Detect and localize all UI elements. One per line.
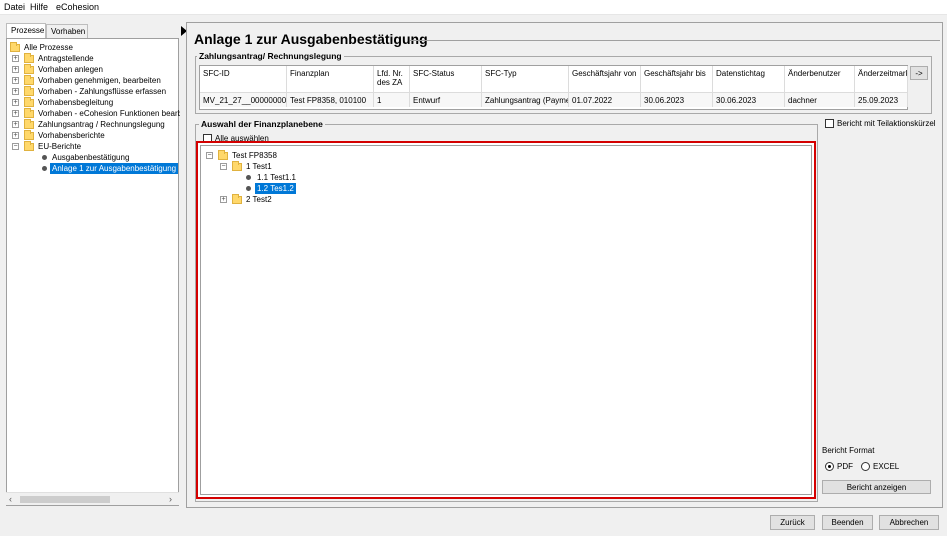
bullet-icon [246,186,251,191]
expand-icon[interactable]: + [12,66,19,73]
cell-sfc-status[interactable]: Entwurf [410,92,482,107]
scroll-right-icon[interactable]: › [169,494,172,504]
folder-icon [24,86,34,96]
expand-icon[interactable]: + [12,110,19,117]
more-columns-button[interactable]: -> [910,66,928,80]
col-header-sfc-status[interactable]: SFC-Status [410,66,482,92]
tree-item-anlage-1[interactable]: Anlage 1 zur Ausgabenbestätigung [10,163,180,174]
back-button[interactable]: Zurück [770,515,815,530]
col-header-datenstichtag[interactable]: Datenstichtag [713,66,785,92]
payment-group-label: Zahlungsantrag/ Rechnungslegung [197,51,344,61]
scroll-left-icon[interactable]: ‹ [9,494,12,504]
finish-button[interactable]: Beenden [822,515,873,530]
tree-item-ecohesion-funktionen[interactable]: + Vorhaben - eCohesion Funktionen bearbe… [10,108,180,119]
folder-icon [24,108,34,118]
expand-icon[interactable]: + [12,121,19,128]
folder-icon [24,64,34,74]
tree-item-vorhabensberichte[interactable]: + Vorhabensberichte [10,130,180,141]
col-header-lfd-nr[interactable]: Lfd. Nr. des ZA [374,66,410,92]
page-title: Anlage 1 zur Ausgabenbestätigung [194,31,428,47]
collapse-icon[interactable]: − [206,152,213,159]
folder-icon [24,75,34,85]
col-header-gj-bis[interactable]: Geschäftsjahr bis [641,66,713,92]
tree-item-eu-berichte[interactable]: − EU-Berichte [10,141,180,152]
cell-aenderzeitmark[interactable]: 25.09.2023 [855,92,908,107]
cell-lfd-nr[interactable]: 1 [374,92,410,107]
report-format-label: Bericht Format [822,446,875,455]
teilaktion-checkbox[interactable] [825,119,834,128]
folder-icon [24,119,34,129]
title-divider [410,40,940,41]
expand-icon[interactable]: + [12,55,19,62]
cell-finanzplan[interactable]: Test FP8358, 010100 [287,92,374,107]
format-excel-label: EXCEL [873,462,900,471]
left-horizontal-scrollbar[interactable]: ‹ › [6,492,179,505]
format-pdf-label: PDF [837,462,853,471]
finance-tree-highlight: − Test FP8358 − 1 Test1 1.1 Test1.1 1.2 … [196,141,816,499]
show-report-button[interactable]: Bericht anzeigen [822,480,931,494]
expand-icon[interactable]: + [12,77,19,84]
tree-item-vorhaben-genehmigen[interactable]: + Vorhaben genehmigen, bearbeiten [10,75,180,86]
menu-ecohesion[interactable]: eCohesion [56,2,99,12]
payment-table: SFC-ID Finanzplan Lfd. Nr. des ZA SFC-St… [199,65,908,110]
tree-item-antragstellende[interactable]: + Antragstellende [10,53,180,64]
cancel-button[interactable]: Abbrechen [879,515,939,530]
menu-datei[interactable]: Datei [4,2,25,12]
expand-icon[interactable]: + [12,88,19,95]
process-tree: Alle Prozesse + Antragstellende + Vorhab… [6,38,180,506]
expand-icon[interactable]: + [12,99,19,106]
tree-item-vorhabensbegleitung[interactable]: + Vorhabensbegleitung [10,97,180,108]
cell-sfc-typ[interactable]: Zahlungsantrag (Paymen [482,92,569,107]
folder-icon [24,97,34,107]
col-header-gj-von[interactable]: Geschäftsjahr von [569,66,641,92]
cell-sfc-id[interactable]: MV_21_27__0000000007 [200,92,287,107]
cell-aenderbenutzer[interactable]: dachner [785,92,855,107]
folder-icon [10,42,20,52]
format-pdf-radio[interactable] [825,462,834,471]
folder-icon [24,141,34,151]
folder-icon [24,130,34,140]
col-header-sfc-id[interactable]: SFC-ID [200,66,287,92]
teilaktion-label: Bericht mit Teilaktionskürzel [837,119,936,128]
cell-gj-bis[interactable]: 30.06.2023 [641,92,713,107]
finance-node-1-1[interactable]: 1.1 Test1.1 [232,172,352,183]
cell-gj-von[interactable]: 01.07.2022 [569,92,641,107]
scroll-thumb[interactable] [20,496,110,503]
cell-datenstichtag[interactable]: 30.06.2023 [713,92,785,107]
collapse-icon[interactable]: − [220,163,227,170]
tree-item-vorhaben-anlegen[interactable]: + Vorhaben anlegen [10,64,180,75]
folder-icon [232,194,242,204]
col-header-aenderbenutzer[interactable]: Änderbenutzer [785,66,855,92]
tab-prozesse[interactable]: Prozesse [6,23,46,38]
folder-icon [24,53,34,63]
bullet-icon [42,155,47,160]
expand-icon[interactable]: + [220,196,227,203]
folder-icon [232,161,242,171]
format-excel-radio[interactable] [861,462,870,471]
tree-item-ausgabenbestaetigung[interactable]: Ausgabenbestätigung [10,152,180,163]
finance-node-1-2[interactable]: 1.2 Tes1.2 [232,183,352,194]
tree-item-zahlungsantrag[interactable]: + Zahlungsantrag / Rechnungslegung [10,119,180,130]
tree-item-zahlungsfluesse[interactable]: + Vorhaben - Zahlungsflüsse erfassen [10,86,180,97]
menu-bar: Datei Hilfe eCohesion [0,0,947,15]
bullet-icon [246,175,251,180]
collapse-icon[interactable]: − [12,143,19,150]
finance-tree: − Test FP8358 − 1 Test1 1.1 Test1.1 1.2 … [200,145,812,495]
expand-icon[interactable]: + [12,132,19,139]
folder-icon [218,150,228,160]
col-header-aenderzeitmark[interactable]: Änderzeitmark [855,66,908,92]
finance-group-label: Auswahl der Finanzplanebene [199,119,325,129]
tab-vorhaben[interactable]: Vorhaben [46,24,88,38]
bullet-icon [42,166,47,171]
menu-hilfe[interactable]: Hilfe [30,2,48,12]
col-header-sfc-typ[interactable]: SFC-Typ [482,66,569,92]
col-header-finanzplan[interactable]: Finanzplan [287,66,374,92]
